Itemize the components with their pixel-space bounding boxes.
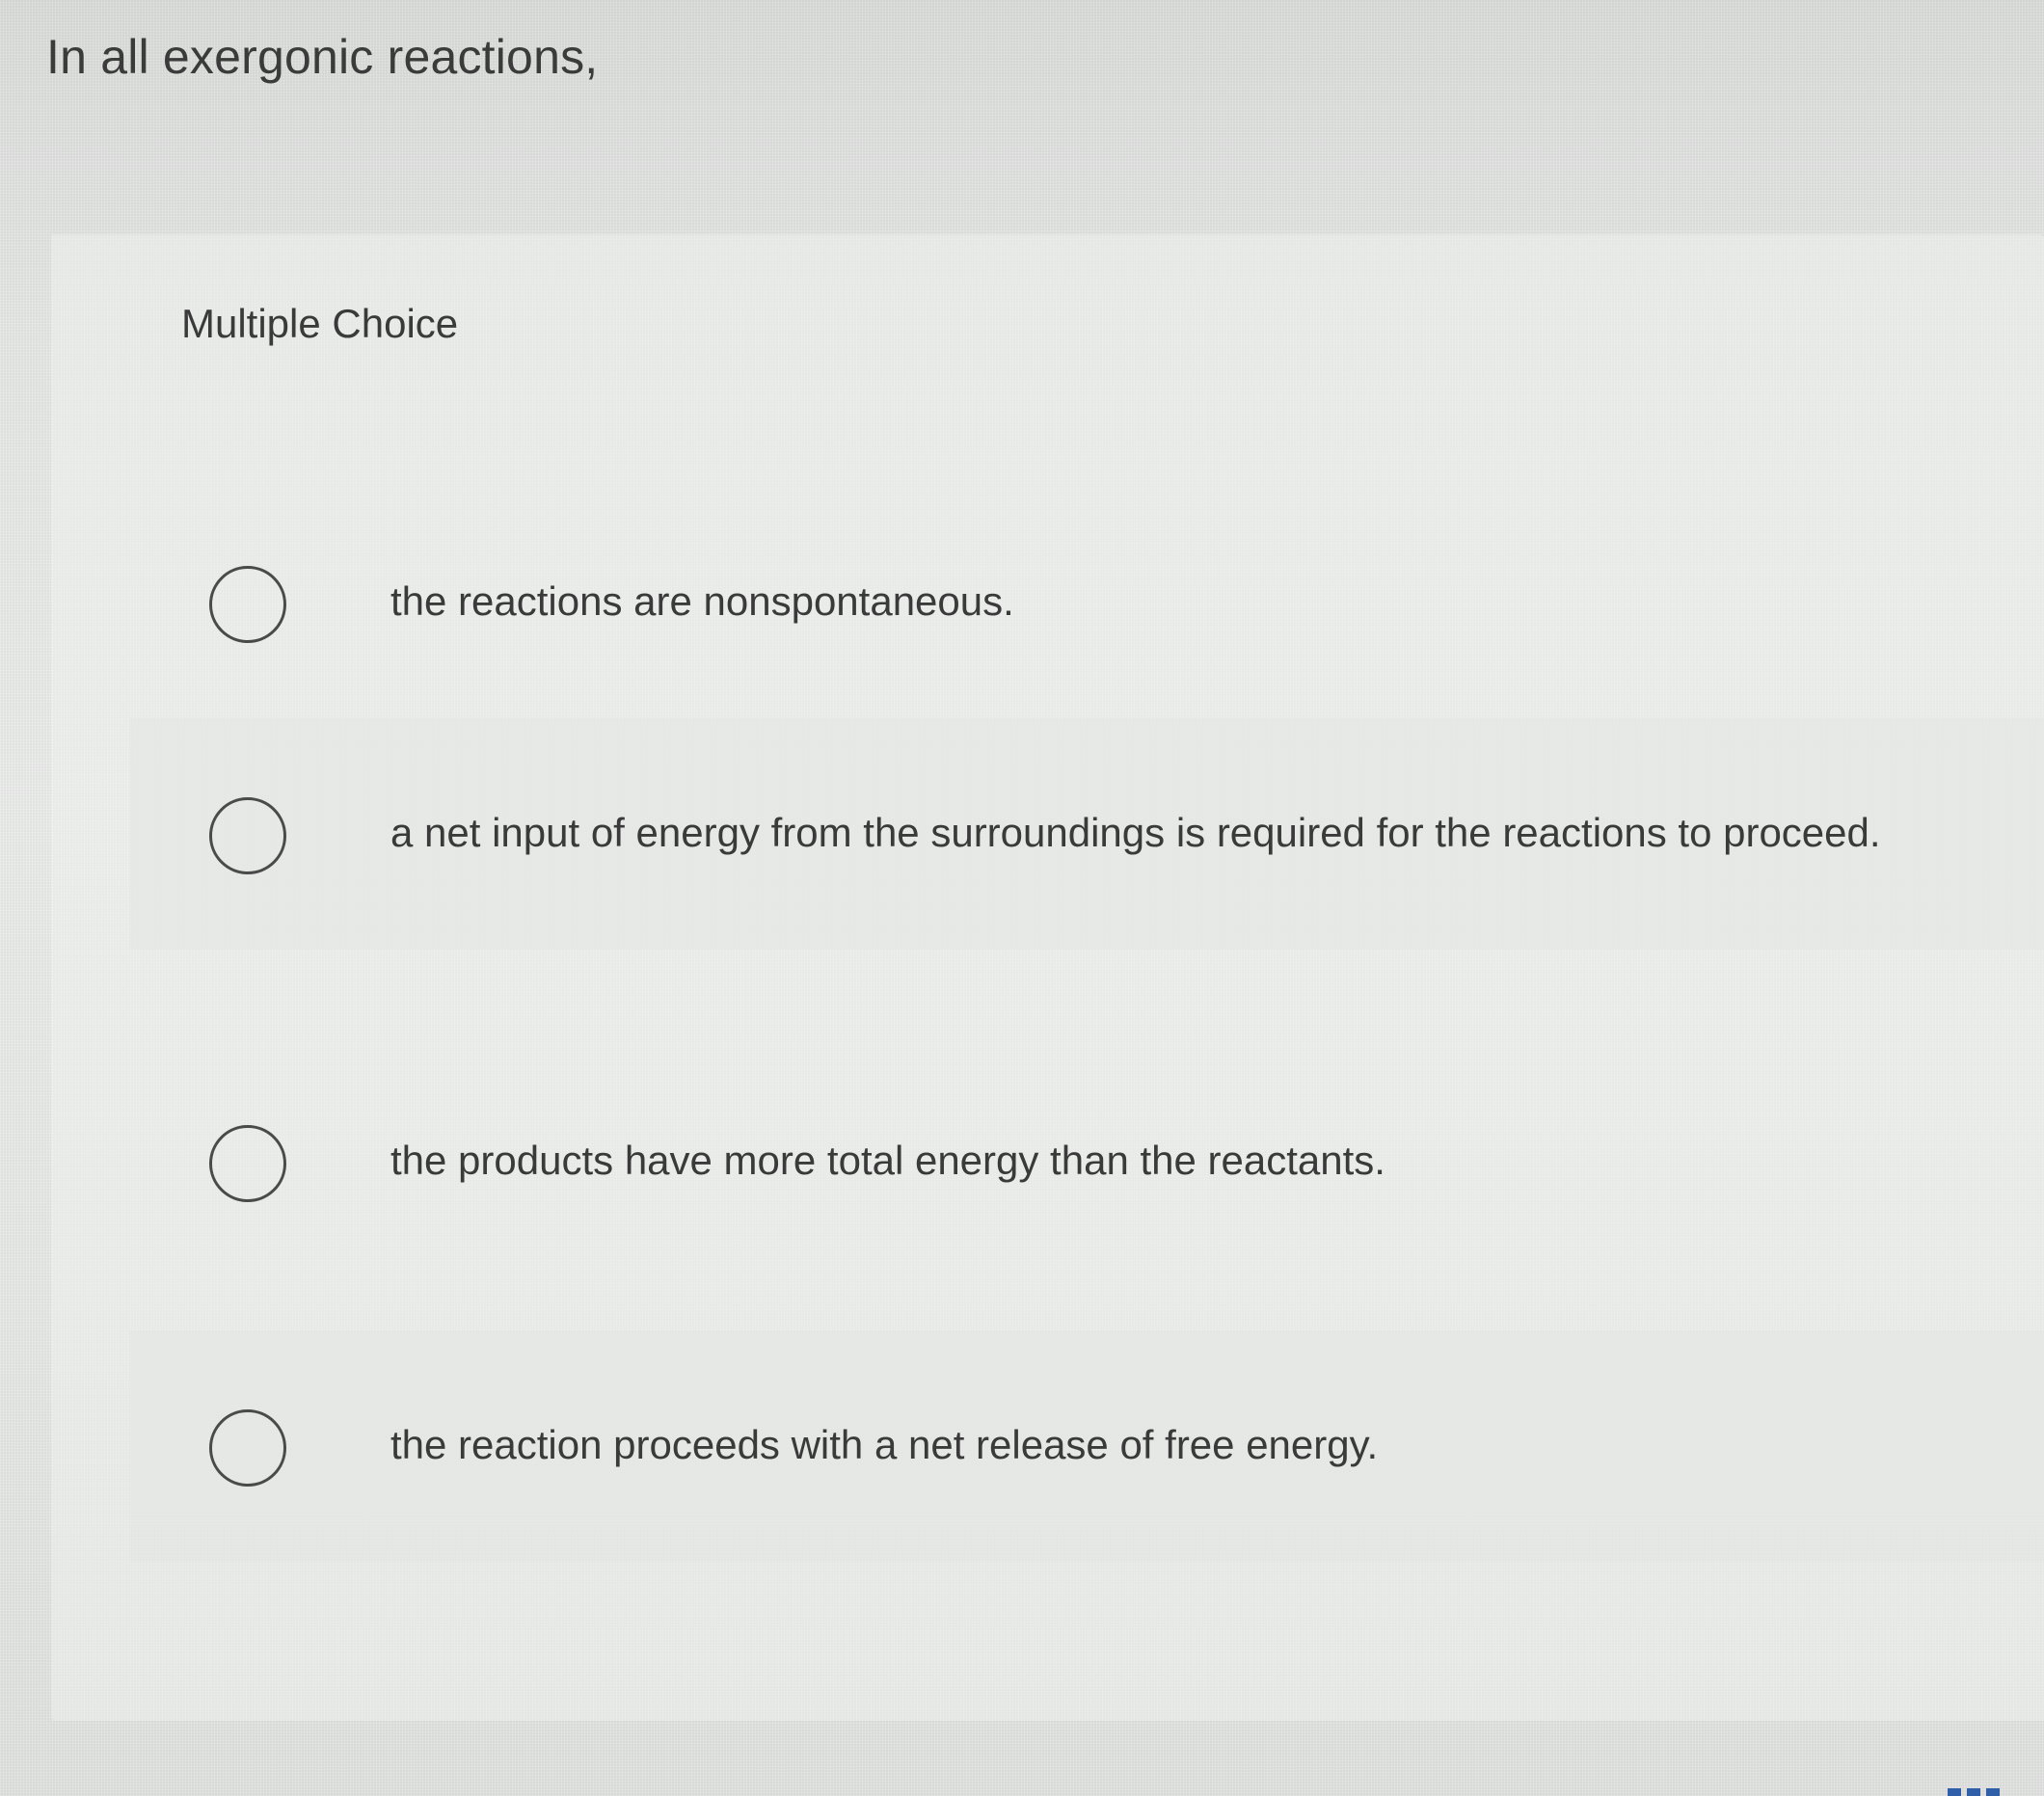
- choice-label: the products have more total energy than…: [390, 1138, 1385, 1183]
- choice-label: the reactions are nonspontaneous.: [390, 578, 1014, 624]
- radio-unselected-icon[interactable]: [209, 797, 286, 874]
- corner-indicator-icon: [1948, 1788, 2004, 1796]
- radio-unselected-icon[interactable]: [209, 566, 286, 643]
- choice-option-c[interactable]: the products have more total energy than…: [130, 1046, 2044, 1277]
- choice-label: the reaction proceeds with a net release…: [390, 1422, 1379, 1467]
- choice-option-b[interactable]: a net input of energy from the surroundi…: [130, 718, 2044, 950]
- question-prompt: In all exergonic reactions,: [46, 30, 599, 84]
- question-type-label: Multiple Choice: [181, 301, 459, 346]
- choice-label: a net input of energy from the surroundi…: [390, 810, 1881, 855]
- radio-unselected-icon[interactable]: [209, 1125, 286, 1202]
- radio-unselected-icon[interactable]: [209, 1409, 286, 1487]
- choice-option-d[interactable]: the reaction proceeds with a net release…: [130, 1330, 2044, 1562]
- choice-option-a[interactable]: the reactions are nonspontaneous.: [130, 487, 2044, 718]
